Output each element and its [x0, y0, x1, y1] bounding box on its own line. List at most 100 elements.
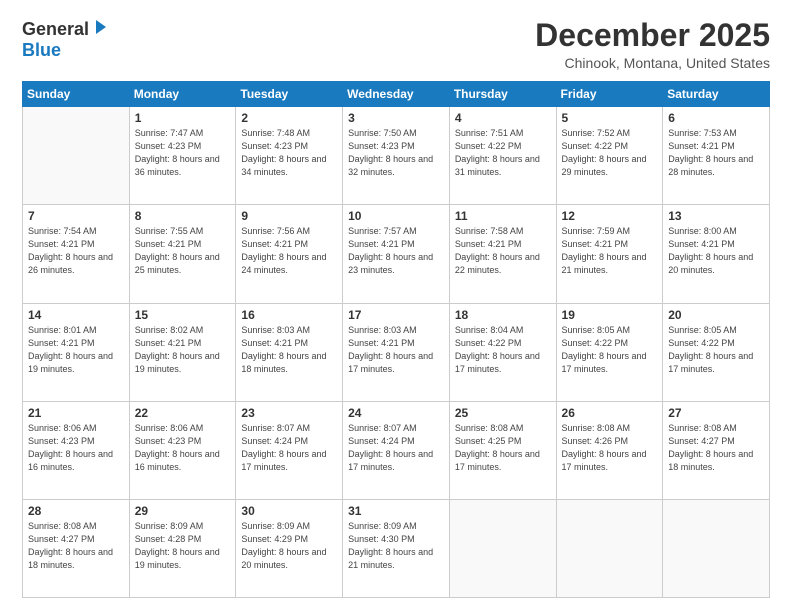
day-info: Sunrise: 7:57 AMSunset: 4:21 PMDaylight:… — [348, 225, 444, 277]
table-row: 16Sunrise: 8:03 AMSunset: 4:21 PMDayligh… — [236, 303, 343, 401]
day-info: Sunrise: 8:05 AMSunset: 4:22 PMDaylight:… — [562, 324, 658, 376]
day-info: Sunrise: 7:53 AMSunset: 4:21 PMDaylight:… — [668, 127, 764, 179]
day-info: Sunrise: 8:01 AMSunset: 4:21 PMDaylight:… — [28, 324, 124, 376]
table-row: 6 Sunrise: 7:53 AMSunset: 4:21 PMDaylight… — [663, 107, 770, 205]
table-row: 31 Sunrise: 8:09 AMSunset: 4:30 PMDayligh… — [343, 499, 450, 597]
day-info: Sunrise: 8:03 AMSunset: 4:21 PMDaylight:… — [348, 324, 444, 376]
page: General Blue December 2025 Chinook, Mont… — [0, 0, 792, 612]
table-row: 25 Sunrise: 8:08 AMSunset: 4:25 PMDayligh… — [449, 401, 556, 499]
table-row: 26Sunrise: 8:08 AMSunset: 4:26 PMDayligh… — [556, 401, 663, 499]
day-number: 5 — [562, 111, 658, 125]
weekday-header-row: Sunday Monday Tuesday Wednesday Thursday… — [23, 82, 770, 107]
day-number: 11 — [455, 209, 551, 223]
day-info: Sunrise: 7:55 AMSunset: 4:21 PMDaylight:… — [135, 225, 231, 277]
calendar-week-row: 28 Sunrise: 8:08 AMSunset: 4:27 PMDayligh… — [23, 499, 770, 597]
day-info: Sunrise: 8:02 AMSunset: 4:21 PMDaylight:… — [135, 324, 231, 376]
day-number: 6 — [668, 111, 764, 125]
header-thursday: Thursday — [449, 82, 556, 107]
day-number: 28 — [28, 504, 124, 518]
day-number: 20 — [668, 308, 764, 322]
day-info: Sunrise: 7:47 AMSunset: 4:23 PMDaylight:… — [135, 127, 231, 179]
table-row: 5 Sunrise: 7:52 AMSunset: 4:22 PMDaylight… — [556, 107, 663, 205]
day-info: Sunrise: 8:08 AMSunset: 4:25 PMDaylight:… — [455, 422, 551, 474]
day-info: Sunrise: 7:54 AMSunset: 4:21 PMDaylight:… — [28, 225, 124, 277]
day-number: 13 — [668, 209, 764, 223]
day-number: 25 — [455, 406, 551, 420]
table-row: 12 Sunrise: 7:59 AMSunset: 4:21 PMDayligh… — [556, 205, 663, 303]
day-number: 16 — [241, 308, 337, 322]
header-friday: Friday — [556, 82, 663, 107]
calendar-week-row: 1 Sunrise: 7:47 AMSunset: 4:23 PMDaylight… — [23, 107, 770, 205]
table-row: 11Sunrise: 7:58 AMSunset: 4:21 PMDayligh… — [449, 205, 556, 303]
day-number: 22 — [135, 406, 231, 420]
table-row: 24 Sunrise: 8:07 AMSunset: 4:24 PMDayligh… — [343, 401, 450, 499]
table-row: 8 Sunrise: 7:55 AMSunset: 4:21 PMDaylight… — [129, 205, 236, 303]
table-row — [663, 499, 770, 597]
day-number: 15 — [135, 308, 231, 322]
day-number: 27 — [668, 406, 764, 420]
logo-general-text: General — [22, 20, 89, 40]
day-number: 29 — [135, 504, 231, 518]
day-number: 17 — [348, 308, 444, 322]
table-row: 19 Sunrise: 8:05 AMSunset: 4:22 PMDayligh… — [556, 303, 663, 401]
table-row: 4Sunrise: 7:51 AMSunset: 4:22 PMDaylight… — [449, 107, 556, 205]
day-number: 31 — [348, 504, 444, 518]
day-number: 19 — [562, 308, 658, 322]
calendar-week-row: 14 Sunrise: 8:01 AMSunset: 4:21 PMDayligh… — [23, 303, 770, 401]
header-monday: Monday — [129, 82, 236, 107]
day-info: Sunrise: 8:08 AMSunset: 4:27 PMDaylight:… — [28, 520, 124, 572]
calendar-week-row: 21 Sunrise: 8:06 AMSunset: 4:23 PMDayligh… — [23, 401, 770, 499]
logo-arrow-icon — [92, 18, 110, 41]
day-info: Sunrise: 7:52 AMSunset: 4:22 PMDaylight:… — [562, 127, 658, 179]
day-number: 8 — [135, 209, 231, 223]
table-row: 29 Sunrise: 8:09 AMSunset: 4:28 PMDayligh… — [129, 499, 236, 597]
table-row: 30 Sunrise: 8:09 AMSunset: 4:29 PMDayligh… — [236, 499, 343, 597]
table-row: 13Sunrise: 8:00 AMSunset: 4:21 PMDayligh… — [663, 205, 770, 303]
day-info: Sunrise: 8:07 AMSunset: 4:24 PMDaylight:… — [241, 422, 337, 474]
day-number: 24 — [348, 406, 444, 420]
day-info: Sunrise: 8:09 AMSunset: 4:30 PMDaylight:… — [348, 520, 444, 572]
table-row: 7 Sunrise: 7:54 AMSunset: 4:21 PMDaylight… — [23, 205, 130, 303]
table-row: 20 Sunrise: 8:05 AMSunset: 4:22 PMDayligh… — [663, 303, 770, 401]
table-row — [449, 499, 556, 597]
header-tuesday: Tuesday — [236, 82, 343, 107]
table-row: 10 Sunrise: 7:57 AMSunset: 4:21 PMDayligh… — [343, 205, 450, 303]
day-info: Sunrise: 7:56 AMSunset: 4:21 PMDaylight:… — [241, 225, 337, 277]
table-row — [556, 499, 663, 597]
day-info: Sunrise: 8:06 AMSunset: 4:23 PMDaylight:… — [28, 422, 124, 474]
table-row: 28 Sunrise: 8:08 AMSunset: 4:27 PMDayligh… — [23, 499, 130, 597]
location-text: Chinook, Montana, United States — [535, 55, 770, 71]
day-info: Sunrise: 7:59 AMSunset: 4:21 PMDaylight:… — [562, 225, 658, 277]
day-number: 18 — [455, 308, 551, 322]
day-number: 30 — [241, 504, 337, 518]
day-number: 14 — [28, 308, 124, 322]
day-info: Sunrise: 8:07 AMSunset: 4:24 PMDaylight:… — [348, 422, 444, 474]
table-row: 22Sunrise: 8:06 AMSunset: 4:23 PMDayligh… — [129, 401, 236, 499]
day-number: 10 — [348, 209, 444, 223]
table-row — [23, 107, 130, 205]
table-row: 15 Sunrise: 8:02 AMSunset: 4:21 PMDayligh… — [129, 303, 236, 401]
table-row: 21 Sunrise: 8:06 AMSunset: 4:23 PMDayligh… — [23, 401, 130, 499]
header: General Blue December 2025 Chinook, Mont… — [22, 18, 770, 71]
calendar-week-row: 7 Sunrise: 7:54 AMSunset: 4:21 PMDaylight… — [23, 205, 770, 303]
day-info: Sunrise: 7:48 AMSunset: 4:23 PMDaylight:… — [241, 127, 337, 179]
day-info: Sunrise: 8:09 AMSunset: 4:29 PMDaylight:… — [241, 520, 337, 572]
table-row: 17 Sunrise: 8:03 AMSunset: 4:21 PMDayligh… — [343, 303, 450, 401]
logo: General Blue — [22, 18, 110, 61]
table-row: 14 Sunrise: 8:01 AMSunset: 4:21 PMDayligh… — [23, 303, 130, 401]
day-number: 9 — [241, 209, 337, 223]
calendar-table: Sunday Monday Tuesday Wednesday Thursday… — [22, 81, 770, 598]
table-row: 9 Sunrise: 7:56 AMSunset: 4:21 PMDaylight… — [236, 205, 343, 303]
day-number: 12 — [562, 209, 658, 223]
day-info: Sunrise: 8:09 AMSunset: 4:28 PMDaylight:… — [135, 520, 231, 572]
day-number: 7 — [28, 209, 124, 223]
day-info: Sunrise: 7:50 AMSunset: 4:23 PMDaylight:… — [348, 127, 444, 179]
day-number: 21 — [28, 406, 124, 420]
day-info: Sunrise: 8:05 AMSunset: 4:22 PMDaylight:… — [668, 324, 764, 376]
table-row: 18Sunrise: 8:04 AMSunset: 4:22 PMDayligh… — [449, 303, 556, 401]
table-row: 1 Sunrise: 7:47 AMSunset: 4:23 PMDaylight… — [129, 107, 236, 205]
day-number: 23 — [241, 406, 337, 420]
day-number: 1 — [135, 111, 231, 125]
day-number: 4 — [455, 111, 551, 125]
table-row: 3Sunrise: 7:50 AMSunset: 4:23 PMDaylight… — [343, 107, 450, 205]
